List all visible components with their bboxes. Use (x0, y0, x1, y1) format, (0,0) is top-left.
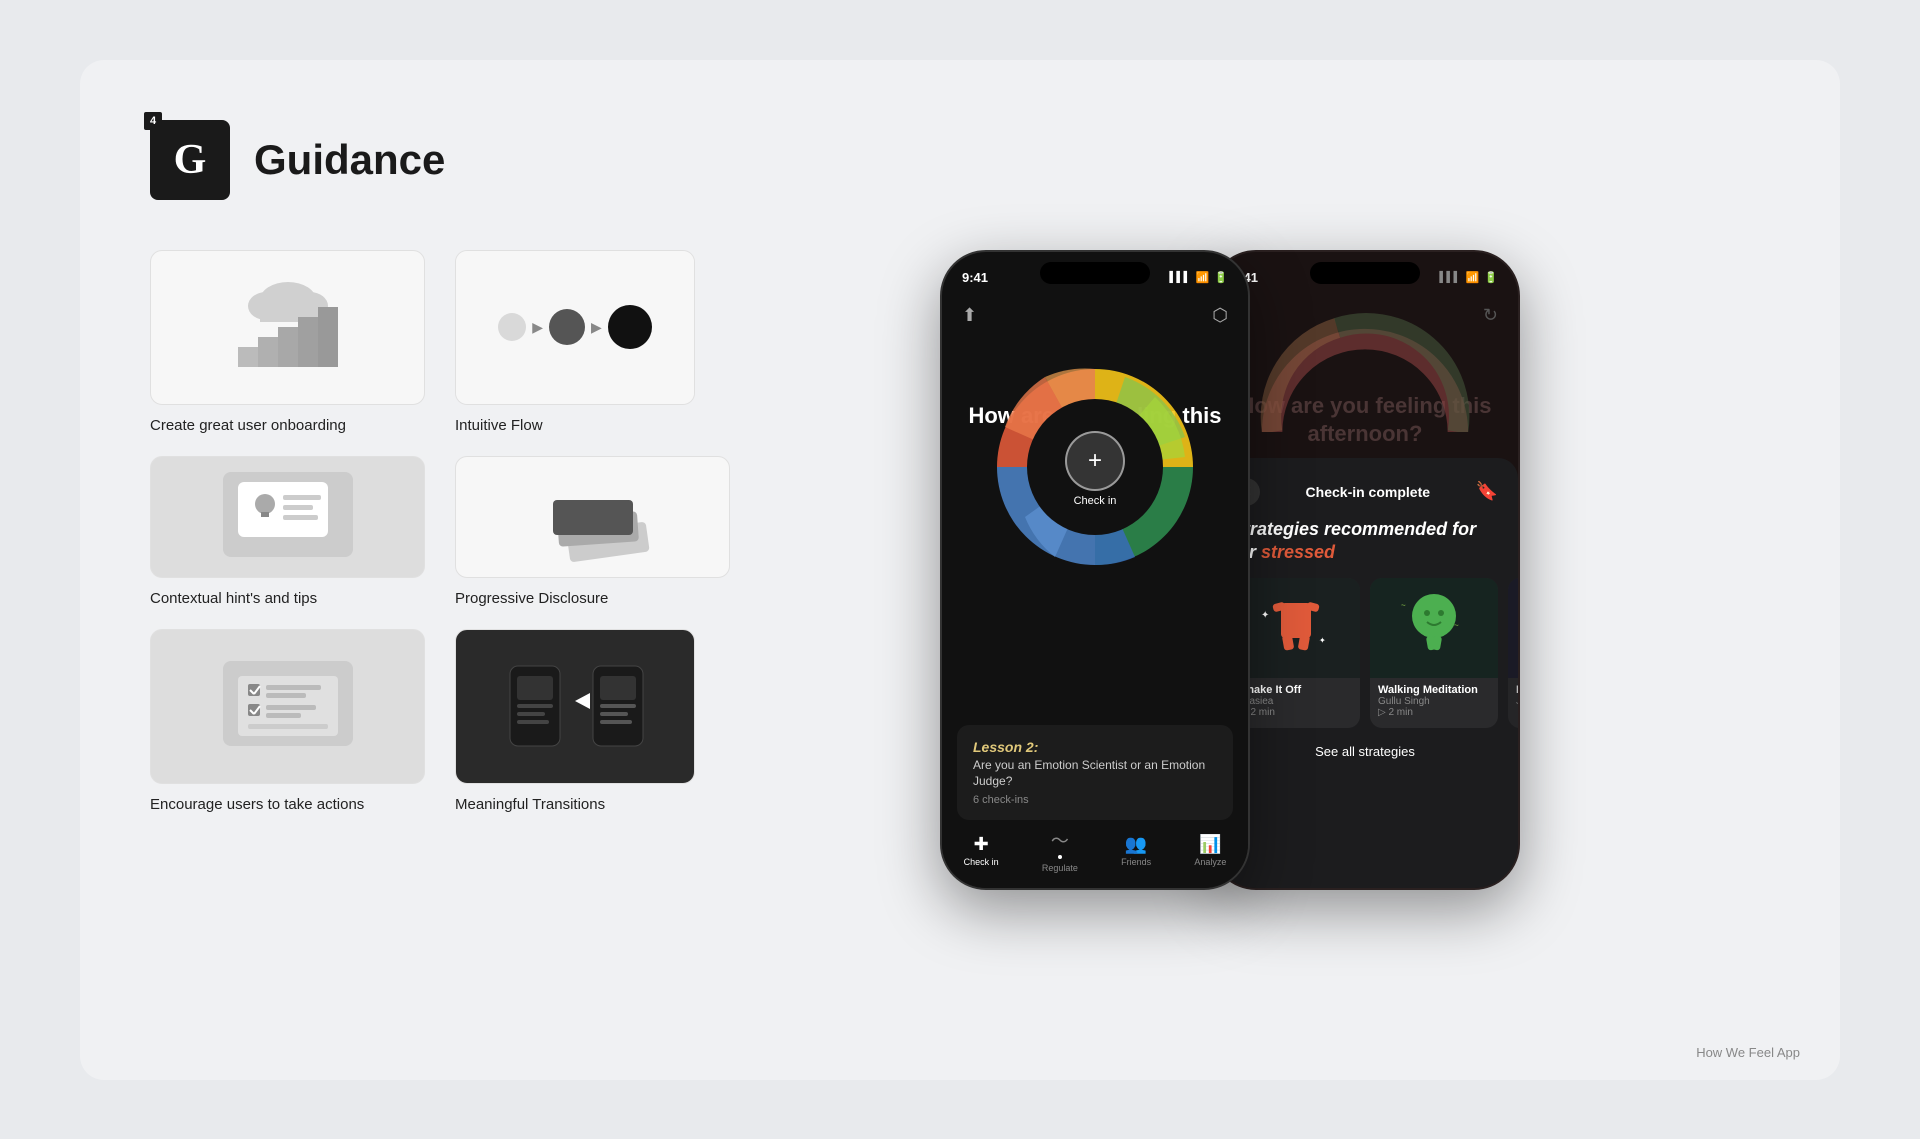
wifi-icon-back: 📶 (1466, 271, 1480, 284)
strategy-card-author-3: J... (1516, 696, 1520, 707)
nav-analyze[interactable]: 📊 Analyze (1194, 834, 1226, 867)
phone-notch (1040, 262, 1150, 284)
nav-regulate-label: Regulate (1042, 863, 1078, 873)
strategy-card-title-2: Walking Meditation (1378, 684, 1490, 696)
see-all-strategies-button[interactable]: See all strategies (1232, 744, 1498, 759)
strategy-card-duration-2: ▷ 2 min (1378, 707, 1490, 718)
card-encourage: Encourage users to take actions (150, 629, 425, 815)
nav-checkin-icon: ✚ (974, 834, 989, 855)
status-icons-front: ▌▌▌ 📶 🔋 (1169, 271, 1228, 284)
attribution: How We Feel App (1696, 1045, 1800, 1060)
lesson-title: Lesson 2: (973, 739, 1217, 755)
modal-title: Check-in complete (1306, 484, 1430, 500)
nav-checkin[interactable]: ✚ Check in (964, 834, 999, 867)
strategy-card-info-1: Shake It Off Atasiea ▷ 2 min (1232, 678, 1360, 724)
card-progressive: Progressive Disclosure (455, 456, 730, 609)
phone-back: 9:41 ▌▌▌ 📶 🔋 ⬆ ↻ How are you feeling thi… (1210, 250, 1520, 890)
wifi-icon: 📶 (1196, 271, 1210, 284)
card-image-hints (150, 456, 425, 578)
svg-text:~: ~ (1454, 621, 1459, 630)
modal-header: ✕ Check-in complete 🔖 (1232, 478, 1498, 506)
status-time-front: 9:41 (962, 270, 988, 285)
battery-icon-back: 🔋 (1484, 271, 1498, 284)
card-image-onboarding (150, 250, 425, 405)
checkin-label: Check in (1074, 495, 1117, 507)
nav-analyze-label: Analyze (1194, 857, 1226, 867)
signal-icon-back: ▌▌▌ (1439, 272, 1460, 283)
lesson-subtitle: Are you an Emotion Scientist or an Emoti… (973, 758, 1217, 789)
strategy-card-info-3: F... J... (1508, 678, 1520, 713)
card-transitions: Meaningful Transitions (455, 629, 730, 815)
strategy-card-title-1: Shake It Off (1240, 684, 1352, 696)
strategy-card-3[interactable]: F... J... (1508, 578, 1520, 728)
modal-bookmark-icon: 🔖 (1476, 481, 1498, 502)
nav-regulate-icon: 〜 (1051, 827, 1069, 853)
bottom-nav-front: ✚ Check in 〜 Regulate 👥 Friends 📊 A (942, 823, 1248, 888)
modal-strategies-text: Strategies recommended for for stressed (1232, 518, 1498, 565)
strategy-card-title-3: F... (1516, 684, 1520, 696)
strategy-card-author-2: Gullu Singh (1378, 696, 1490, 707)
phone-toolbar-front: ⬆ ⬡ (942, 296, 1248, 336)
right-panel: 9:41 ▌▌▌ 📶 🔋 ⬆ ⬡ How are you feeling thi… (730, 120, 1770, 1020)
checkin-modal: ✕ Check-in complete 🔖 Strategies recomme… (1212, 458, 1518, 888)
nav-analyze-icon: 📊 (1199, 834, 1221, 855)
card-label-hints: Contextual hint's and tips (150, 588, 390, 609)
card-label-transitions: Meaningful Transitions (455, 794, 695, 815)
left-panel: 4 G Guidance (150, 120, 730, 1020)
settings-icon: ⬡ (1212, 305, 1228, 326)
logo-box: 4 G (150, 120, 230, 200)
nav-checkin-label: Check in (964, 857, 999, 867)
svg-text:✦: ✦ (1319, 636, 1326, 645)
cards-grid: Create great user onboarding ▶ ▶ Intuiti… (150, 250, 730, 815)
svg-text:~: ~ (1401, 601, 1406, 610)
card-hints: Contextual hint's and tips (150, 456, 425, 609)
number-badge: 4 (144, 112, 162, 130)
phone-notch-back (1310, 262, 1420, 284)
strategy-card-img-2: ~ ~ (1370, 578, 1498, 678)
slide: 4 G Guidance (80, 60, 1840, 1080)
header-title: Guidance (254, 136, 445, 184)
svg-text:✦: ✦ (1261, 610, 1269, 621)
nav-friends-label: Friends (1121, 857, 1151, 867)
lesson-card-front: Lesson 2: Are you an Emotion Scientist o… (957, 725, 1233, 819)
checkin-plus-icon[interactable]: + (1065, 431, 1125, 491)
phone-back-wrapper: 9:41 ▌▌▌ 📶 🔋 ⬆ ↻ How are you feeling thi… (1210, 250, 1520, 890)
status-icons-back: ▌▌▌ 📶 🔋 (1439, 271, 1498, 284)
signal-icon: ▌▌▌ (1169, 272, 1190, 283)
phone-toolbar-back: ⬆ ↻ (1212, 296, 1518, 336)
battery-icon: 🔋 (1214, 271, 1228, 284)
card-onboarding: Create great user onboarding (150, 250, 425, 436)
phone-front: 9:41 ▌▌▌ 📶 🔋 ⬆ ⬡ How are you feeling thi… (940, 250, 1250, 890)
strategy-card-img-3 (1508, 578, 1520, 678)
card-image-progressive (455, 456, 730, 578)
logo-letter: G (174, 136, 207, 184)
stressed-label: stressed (1261, 542, 1335, 562)
refresh-icon-back: ↻ (1483, 305, 1498, 326)
card-image-transitions (455, 629, 695, 784)
card-label-onboarding: Create great user onboarding (150, 415, 390, 436)
card-label-flow: Intuitive Flow (455, 415, 695, 436)
card-flow: ▶ ▶ Intuitive Flow (455, 250, 730, 436)
header: 4 G Guidance (150, 120, 730, 200)
strategy-card-info-2: Walking Meditation Gullu Singh ▷ 2 min (1370, 678, 1498, 724)
card-image-flow: ▶ ▶ (455, 250, 695, 405)
emotion-wheel-front: + Check in (975, 347, 1215, 592)
share-icon: ⬆ (962, 305, 977, 326)
card-label-encourage: Encourage users to take actions (150, 794, 390, 815)
strategy-card-author-1: Atasiea (1240, 696, 1352, 707)
lesson-meta: 6 check-ins (973, 794, 1217, 806)
strategy-card-duration-1: ▷ 2 min (1240, 707, 1352, 718)
strategy-card-1[interactable]: ✦ ✦ Shake It Off Atasiea ▷ 2 min (1232, 578, 1360, 728)
nav-regulate[interactable]: 〜 Regulate (1042, 827, 1078, 873)
phone-front-wrapper: 9:41 ▌▌▌ 📶 🔋 ⬆ ⬡ How are you feeling thi… (940, 250, 1250, 890)
nav-friends-icon: 👥 (1125, 834, 1147, 855)
card-label-progressive: Progressive Disclosure (455, 588, 695, 609)
strategy-card-img-1: ✦ ✦ (1232, 578, 1360, 678)
card-image-encourage (150, 629, 425, 784)
strategy-cards-container: ✦ ✦ Shake It Off Atasiea ▷ 2 min (1232, 578, 1498, 728)
strategy-card-2[interactable]: ~ ~ Walking Meditation Gullu Singh ▷ 2 m… (1370, 578, 1498, 728)
nav-friends[interactable]: 👥 Friends (1121, 834, 1151, 867)
